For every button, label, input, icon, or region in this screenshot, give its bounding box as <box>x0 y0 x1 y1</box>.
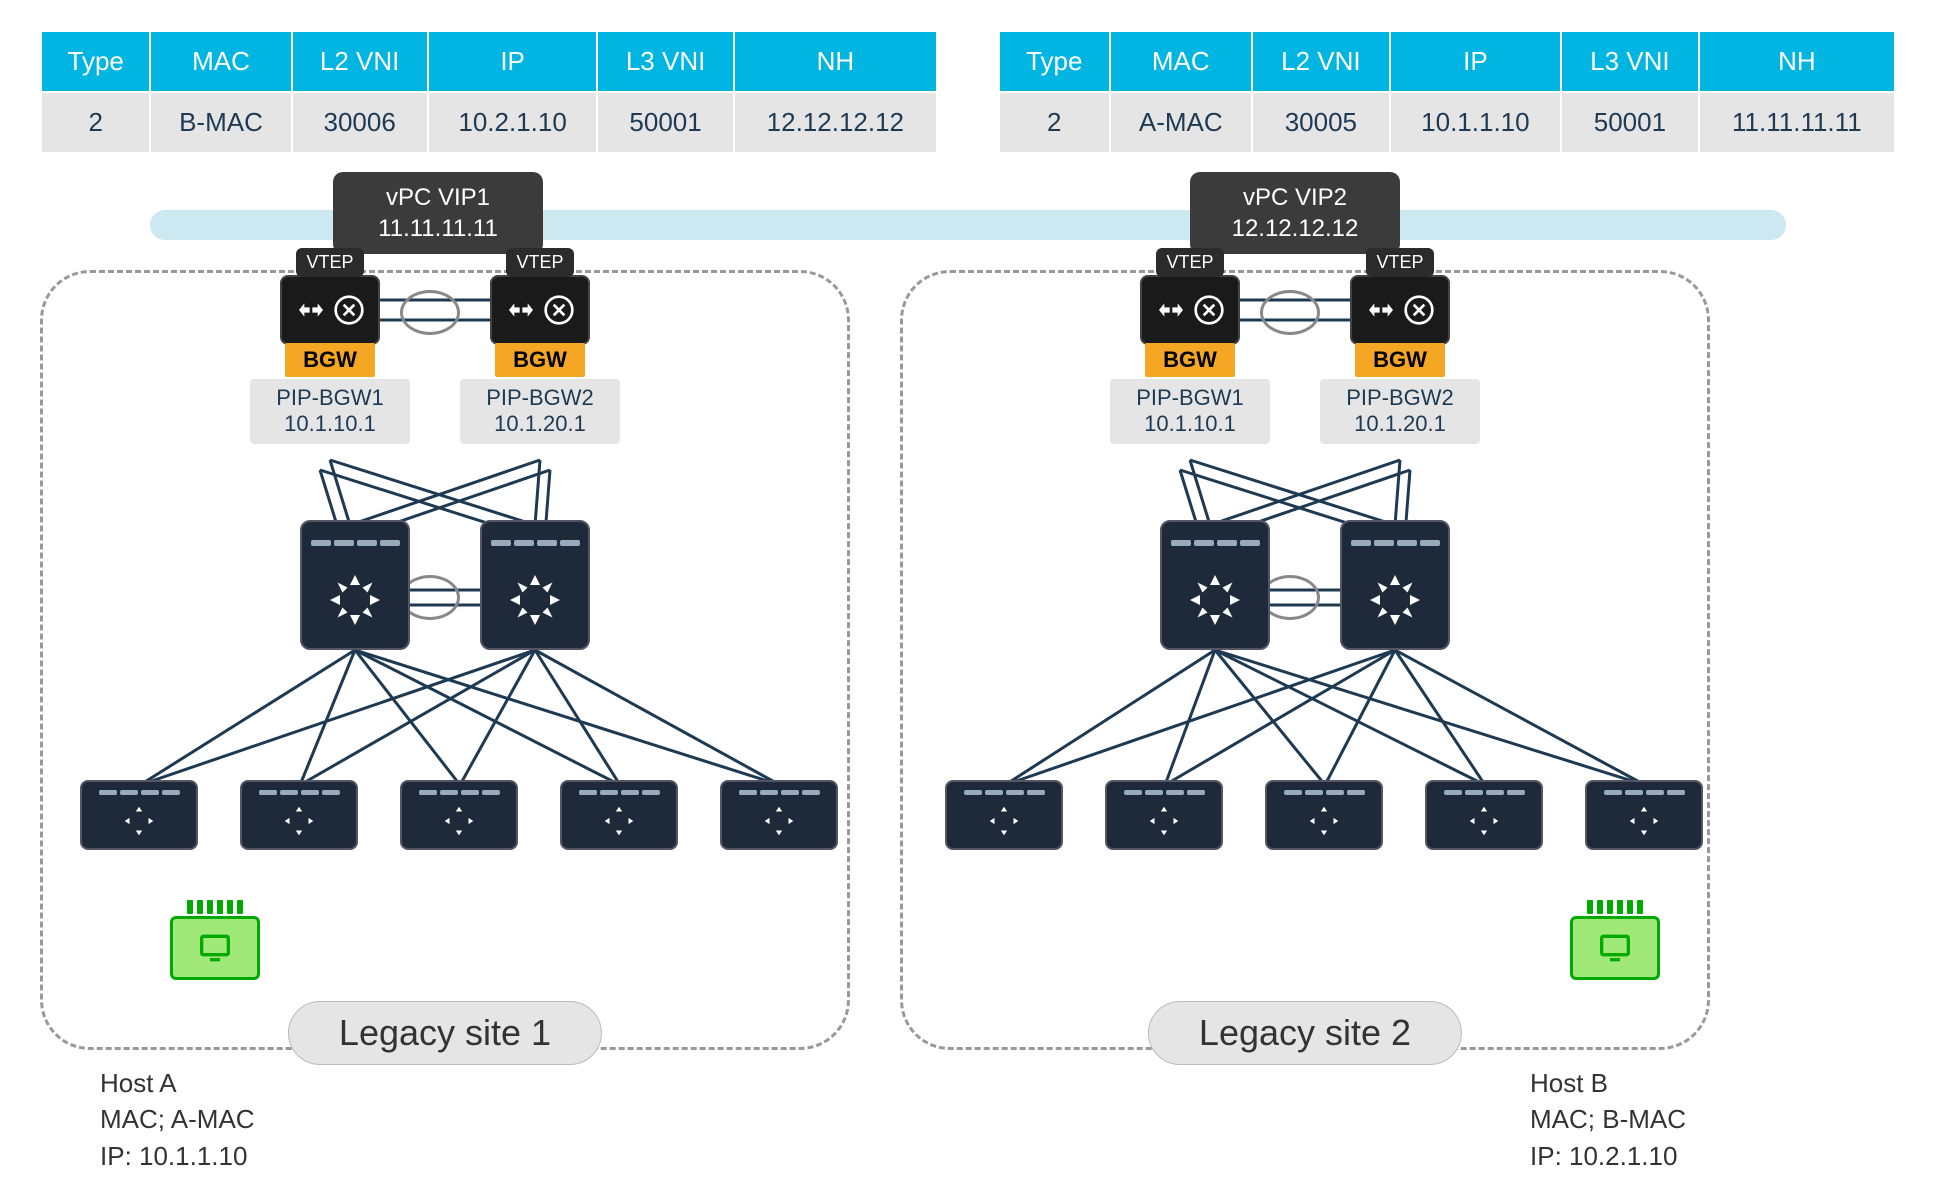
host-a-icon <box>170 900 260 980</box>
host-b-label: Host B MAC; B-MAC IP: 10.2.1.10 <box>1530 1065 1686 1174</box>
evpn-table-site1: Type MAC L2 VNI IP L3 VNI NH 2 B-MAC 300… <box>40 30 938 154</box>
router-icon <box>1350 275 1450 345</box>
router-icon <box>490 275 590 345</box>
table-row: 2 B-MAC 30006 10.2.1.10 50001 12.12.12.1… <box>41 92 937 153</box>
evpn-table-site2: Type MAC L2 VNI IP L3 VNI NH 2 A-MAC 300… <box>998 30 1896 154</box>
host-a-label: Host A MAC; A-MAC IP: 10.1.1.10 <box>100 1065 255 1174</box>
router-icon <box>1140 275 1240 345</box>
spine-switch-icon <box>1340 520 1450 650</box>
leaf-switch-icon <box>720 780 838 850</box>
leaf-switch-icon <box>560 780 678 850</box>
router-icon <box>280 275 380 345</box>
vpc-vip2-label: vPC VIP2 12.12.12.12 <box>1190 172 1400 254</box>
leaf-switch-icon <box>240 780 358 850</box>
leaf-switch-icon <box>1265 780 1383 850</box>
spine-switch-icon <box>1160 520 1270 650</box>
leaf-switch-icon <box>80 780 198 850</box>
vpc-vip1-label: vPC VIP1 11.11.11.11 <box>333 172 543 254</box>
leaf-switch-icon <box>1425 780 1543 850</box>
pip-label: PIP-BGW2 10.1.20.1 <box>1320 379 1480 444</box>
pip-label: PIP-BGW2 10.1.20.1 <box>460 379 620 444</box>
spine-switch-icon <box>300 520 410 650</box>
site2-bgw2: VTEP BGW PIP-BGW2 10.1.20.1 <box>1335 248 1465 444</box>
site-1-label: Legacy site 1 <box>288 1001 602 1065</box>
leaf-switch-icon <box>1105 780 1223 850</box>
site-2-label: Legacy site 2 <box>1148 1001 1462 1065</box>
host-b-icon <box>1570 900 1660 980</box>
spine-switch-icon <box>480 520 590 650</box>
pip-label: PIP-BGW1 10.1.10.1 <box>250 379 410 444</box>
table-row: 2 A-MAC 30005 10.1.1.10 50001 11.11.11.1… <box>999 92 1895 153</box>
leaf-switch-icon <box>1585 780 1703 850</box>
site1-bgw2: VTEP BGW PIP-BGW2 10.1.20.1 <box>475 248 605 444</box>
leaf-switch-icon <box>945 780 1063 850</box>
pip-label: PIP-BGW1 10.1.10.1 <box>1110 379 1270 444</box>
leaf-switch-icon <box>400 780 518 850</box>
site1-bgw1: VTEP BGW PIP-BGW1 10.1.10.1 <box>265 248 395 444</box>
site2-bgw1: VTEP BGW PIP-BGW1 10.1.10.1 <box>1125 248 1255 444</box>
